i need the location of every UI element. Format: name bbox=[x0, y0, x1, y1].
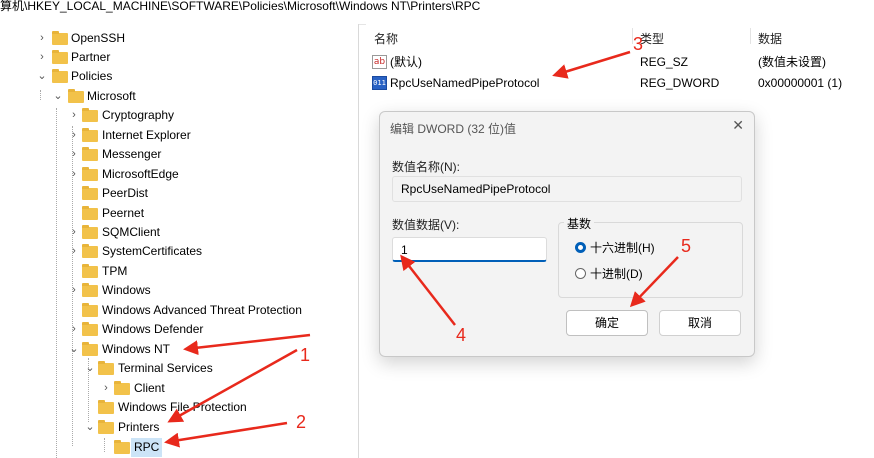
tree-item-label: Peernet bbox=[102, 206, 145, 220]
base-groupbox bbox=[558, 222, 743, 298]
tree-item-label: Partner bbox=[71, 50, 111, 64]
chevron-down-icon[interactable]: ⌄ bbox=[68, 340, 80, 359]
folder-icon bbox=[82, 128, 98, 142]
radio-unselected-icon bbox=[575, 268, 586, 280]
annotation-label-1: 1 bbox=[300, 345, 311, 365]
tree-item-label: Windows bbox=[102, 283, 151, 297]
tree-item-label: Windows Defender bbox=[102, 322, 204, 336]
chevron-right-icon[interactable]: › bbox=[36, 48, 48, 67]
tree-item-label: Microsoft bbox=[87, 89, 136, 103]
registry-tree[interactable]: › OpenSSH › Partner ⌄ Policies ⌄ Microso… bbox=[0, 24, 359, 458]
folder-icon bbox=[82, 225, 98, 239]
tree-item-label: Printers bbox=[118, 420, 160, 434]
value-name-field: RpcUseNamedPipeProtocol bbox=[392, 176, 742, 202]
column-header-data[interactable]: 数据 bbox=[758, 30, 782, 47]
chevron-right-icon[interactable]: › bbox=[68, 242, 80, 261]
value-type: REG_SZ bbox=[640, 55, 689, 69]
folder-icon bbox=[82, 244, 98, 258]
folder-icon bbox=[114, 440, 130, 454]
value-data-label: 数值数据(V): bbox=[392, 218, 460, 232]
value-type: REG_DWORD bbox=[640, 76, 720, 90]
folder-icon bbox=[82, 206, 98, 220]
folder-icon bbox=[98, 420, 114, 434]
folder-icon bbox=[68, 89, 84, 103]
tree-item-label: Windows NT bbox=[102, 342, 171, 356]
chevron-right-icon[interactable]: › bbox=[68, 126, 80, 145]
chevron-right-icon[interactable]: › bbox=[100, 379, 112, 398]
cancel-button[interactable]: 取消 bbox=[659, 310, 741, 336]
folder-icon bbox=[52, 69, 68, 83]
folder-icon bbox=[82, 342, 98, 356]
value-data-input[interactable]: 1 bbox=[392, 237, 547, 262]
annotation-label-3: 3 bbox=[633, 34, 644, 54]
tree-item-label: Client bbox=[134, 381, 165, 395]
value-name-label: 数值名称(N): bbox=[392, 160, 460, 174]
annotation-label-2: 2 bbox=[296, 412, 307, 432]
tree-item-label: OpenSSH bbox=[71, 31, 126, 45]
column-separator[interactable] bbox=[750, 28, 751, 44]
tree-item-label: RPC bbox=[131, 438, 163, 457]
tree-item-label: SystemCertificates bbox=[102, 244, 203, 258]
tree-item-label: PeerDist bbox=[102, 186, 149, 200]
chevron-right-icon[interactable]: › bbox=[68, 106, 80, 125]
chevron-right-icon[interactable]: › bbox=[68, 145, 80, 164]
folder-icon bbox=[52, 50, 68, 64]
folder-icon bbox=[98, 400, 114, 414]
radio-dec[interactable]: 十进制(D) bbox=[575, 266, 643, 282]
folder-icon bbox=[82, 264, 98, 278]
chevron-down-icon[interactable]: ⌄ bbox=[52, 87, 64, 106]
edit-dword-dialog[interactable]: 编辑 DWORD (32 位)值 ✕ 数值名称(N): RpcUseNamedP… bbox=[379, 111, 755, 357]
folder-icon bbox=[114, 381, 130, 395]
folder-icon bbox=[82, 283, 98, 297]
value-name: (默认) bbox=[390, 55, 422, 69]
radio-hex[interactable]: 十六进制(H) bbox=[575, 240, 655, 256]
annotation-label-4: 4 bbox=[456, 325, 467, 345]
tree-item-label: Terminal Services bbox=[118, 361, 213, 375]
tree-item-label: Windows Advanced Threat Protection bbox=[102, 303, 302, 317]
chevron-right-icon[interactable]: › bbox=[68, 320, 80, 339]
folder-icon bbox=[52, 31, 68, 45]
tree-item-label: MicrosoftEdge bbox=[102, 167, 179, 181]
dialog-title: 编辑 DWORD (32 位)值 bbox=[390, 122, 517, 136]
chevron-right-icon[interactable]: › bbox=[68, 165, 80, 184]
folder-icon bbox=[82, 167, 98, 181]
chevron-down-icon[interactable]: ⌄ bbox=[36, 67, 48, 86]
value-data: 0x00000001 (1) bbox=[758, 76, 843, 90]
column-header-type[interactable]: 类型 bbox=[640, 30, 664, 47]
column-header-name[interactable]: 名称 bbox=[374, 30, 398, 47]
tree-item-label: Messenger bbox=[102, 147, 162, 161]
tree-item-label: SQMClient bbox=[102, 225, 161, 239]
chevron-right-icon[interactable]: › bbox=[68, 281, 80, 300]
folder-icon bbox=[82, 303, 98, 317]
address-path: 算机\HKEY_LOCAL_MACHINE\SOFTWARE\Policies\… bbox=[0, 0, 481, 13]
chevron-right-icon[interactable]: › bbox=[36, 29, 48, 48]
dword-value-icon: 011 bbox=[372, 75, 387, 90]
tree-item-label: Internet Explorer bbox=[102, 128, 191, 142]
close-icon[interactable]: ✕ bbox=[732, 117, 744, 134]
string-value-icon: ab bbox=[372, 54, 387, 69]
value-data: (数值未设置) bbox=[758, 55, 826, 69]
folder-icon bbox=[82, 108, 98, 122]
chevron-right-icon[interactable]: › bbox=[68, 223, 80, 242]
tree-item-label: Cryptography bbox=[102, 108, 175, 122]
radio-selected-icon bbox=[575, 242, 586, 254]
radio-dec-label: 十进制(D) bbox=[590, 267, 643, 281]
radio-hex-label: 十六进制(H) bbox=[590, 241, 655, 255]
annotation-label-5: 5 bbox=[681, 236, 692, 256]
tree-item-label: TPM bbox=[102, 264, 128, 278]
value-row-rpcusenamedpipeprotocol[interactable]: 011 RpcUseNamedPipeProtocol REG_DWORD 0x0… bbox=[372, 73, 872, 93]
base-label: 基数 bbox=[564, 215, 595, 232]
tree-item-label: Windows File Protection bbox=[118, 400, 247, 414]
chevron-down-icon[interactable]: ⌄ bbox=[84, 418, 96, 437]
folder-icon bbox=[82, 147, 98, 161]
value-name: RpcUseNamedPipeProtocol bbox=[390, 76, 540, 90]
tree-item-label: Policies bbox=[71, 69, 113, 83]
folder-icon bbox=[98, 361, 114, 375]
folder-icon bbox=[82, 186, 98, 200]
ok-button[interactable]: 确定 bbox=[566, 310, 648, 336]
folder-icon bbox=[82, 322, 98, 336]
value-row-default[interactable]: ab (默认) REG_SZ (数值未设置) bbox=[372, 52, 872, 72]
chevron-down-icon[interactable]: ⌄ bbox=[84, 359, 96, 378]
address-bar[interactable]: 算机\HKEY_LOCAL_MACHINE\SOFTWARE\Policies\… bbox=[0, 0, 874, 25]
